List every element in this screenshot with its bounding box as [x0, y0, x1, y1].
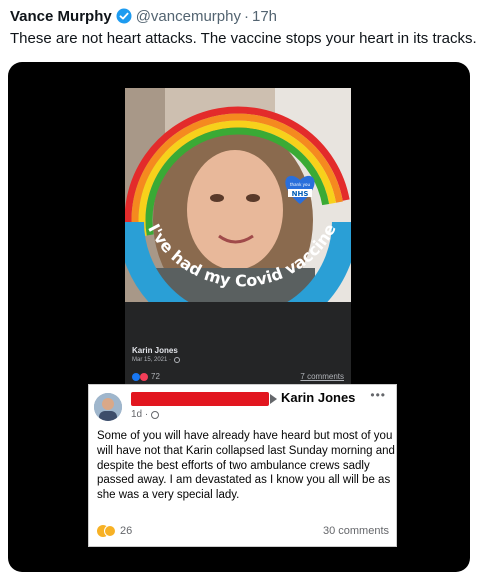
care-reaction-icon [104, 525, 116, 537]
post-reactions-bar: 72 7 comments [132, 372, 344, 381]
profile-photo: I've had my Covid vaccine thank you NHS [125, 88, 351, 302]
nhs-logo-text: NHS [292, 190, 309, 198]
post-footer: 26 30 comments [97, 525, 389, 537]
tweet-timestamp[interactable]: 17h [252, 8, 277, 25]
reaction-group[interactable]: 72 [132, 372, 160, 381]
post-meta: Karin Jones Mar 15, 2021 · [132, 346, 344, 363]
heart-small-text: thank you [290, 182, 310, 187]
post-time-row: 1d · [131, 409, 160, 420]
post-date-row: Mar 15, 2021 · [132, 357, 344, 363]
post-time[interactable]: 1d · [131, 409, 148, 420]
like-reaction-icon [132, 372, 140, 381]
reaction-count: 72 [151, 372, 160, 381]
reaction-group[interactable]: 26 [97, 525, 132, 537]
author-name[interactable]: Vance Murphy [10, 8, 112, 25]
tweet-text: These are not heart attacks. The vaccine… [10, 30, 477, 47]
author-handle[interactable]: @vancemurphy [136, 8, 241, 25]
love-reaction-icon [140, 372, 148, 381]
group-name[interactable]: Karin Jones [281, 390, 355, 405]
embedded-facebook-post: I've had my Covid vaccine thank you NHS … [125, 88, 351, 404]
post-body: Some of you will have already have heard… [97, 430, 395, 502]
overlay-facebook-post: Karin Jones ••• 1d · Some of you will ha… [88, 384, 397, 547]
redacted-name-bar [131, 392, 269, 406]
comments-count[interactable]: 30 comments [323, 525, 389, 537]
globe-icon [174, 357, 181, 363]
tweet-media[interactable]: I've had my Covid vaccine thank you NHS … [8, 62, 470, 572]
reaction-count: 26 [120, 525, 133, 537]
arrow-right-icon [270, 394, 277, 404]
comments-link[interactable]: 7 comments [300, 372, 344, 381]
avatar[interactable] [94, 393, 122, 421]
post-author[interactable]: Karin Jones [132, 346, 344, 355]
globe-icon [151, 410, 160, 419]
more-options-icon[interactable]: ••• [370, 388, 386, 402]
separator-dot: · [243, 7, 249, 25]
verified-badge-icon [116, 8, 132, 24]
tweet-header: Vance Murphy @vancemurphy · 17h [10, 6, 277, 26]
post-date: Mar 15, 2021 · [132, 357, 172, 363]
